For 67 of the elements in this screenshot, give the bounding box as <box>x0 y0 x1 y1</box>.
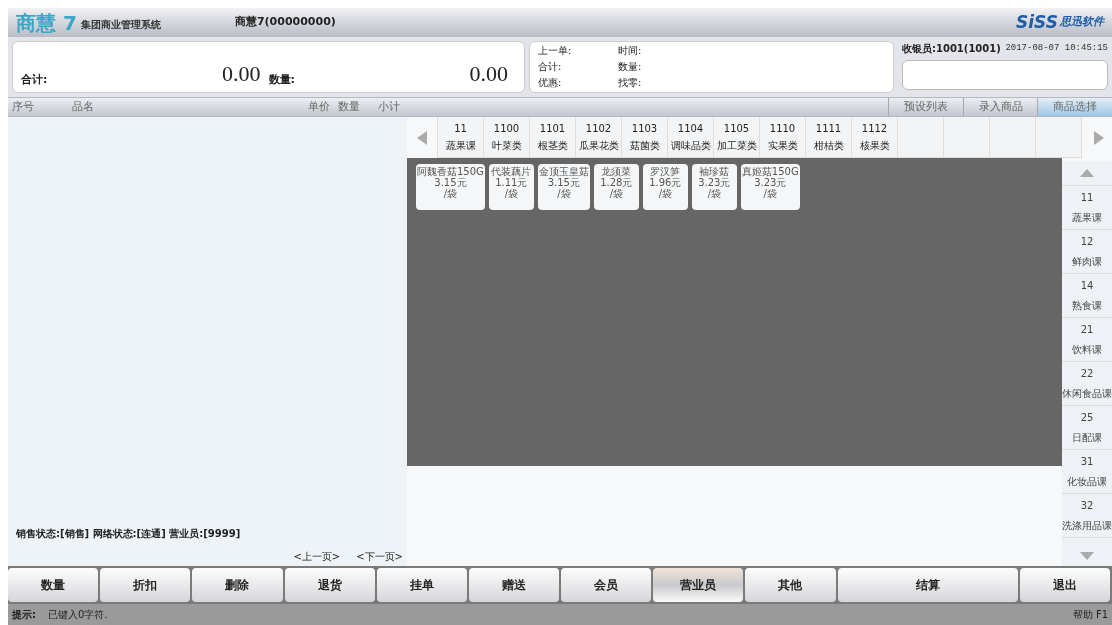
hint-label: 提示: <box>12 608 36 622</box>
product-tile[interactable]: 阿魏香菇150G 3.15元 /袋 <box>416 164 485 210</box>
category-tab[interactable]: 1101 根茎类 <box>529 117 575 158</box>
product-tile[interactable]: 罗汉笋 1.96元 /袋 <box>642 164 688 210</box>
last-order-label: 优惠: <box>538 76 563 90</box>
brand-name: 思迅软件 <box>1060 14 1104 31</box>
help-text: 帮助 F1 <box>1072 608 1108 622</box>
input-field[interactable] <box>902 60 1108 90</box>
category-tab[interactable]: 1105 加工菜类 <box>713 117 759 158</box>
category-tab[interactable]: 1103 菇菌类 <box>621 117 667 158</box>
view-tab[interactable]: 预设列表 <box>888 98 963 116</box>
category-tab[interactable]: 1104 调味品类 <box>667 117 713 158</box>
column-title: 小计 <box>378 98 401 115</box>
category-tab[interactable]: 1100 叶菜类 <box>483 117 529 158</box>
department-tab[interactable]: 14 熟食课 <box>1062 273 1112 317</box>
department-tab[interactable]: 21 饮料课 <box>1062 317 1112 361</box>
status-line: 销售状态:[销售] 网络状态:[连通] 营业员:[9999] <box>15 527 242 541</box>
logo-text: 商慧 7 <box>16 12 77 33</box>
action-button[interactable]: 折扣 <box>100 568 191 602</box>
last-order-label: 上一单: <box>538 44 573 58</box>
cashier-label: 收银员:1001(1001) <box>902 42 1001 56</box>
total-label: 合计: <box>21 71 48 88</box>
category-tab[interactable]: 1111 柑桔类 <box>805 117 851 158</box>
last-order-label: 合计: <box>538 60 563 74</box>
category-tab[interactable]: 1102 瓜果花类 <box>575 117 621 158</box>
store-name: 商慧7(00000000) <box>234 14 336 31</box>
product-tile[interactable]: 金顶玉皇菇 3.15元 /袋 <box>537 164 590 210</box>
column-title: 数量 <box>338 98 361 115</box>
product-tile[interactable]: 龙须菜 1.28元 /袋 <box>593 164 639 210</box>
action-button[interactable]: 赠送 <box>468 568 560 602</box>
action-button[interactable]: 营业员 <box>653 568 744 602</box>
action-button[interactable]: 删除 <box>192 568 283 602</box>
column-title: 品名 <box>71 98 95 115</box>
department-tab[interactable]: 11 蔬果课 <box>1062 185 1112 229</box>
action-button[interactable]: 会员 <box>561 568 652 602</box>
column-title: 单价 <box>307 98 331 115</box>
total-value: 0.00 <box>469 60 508 88</box>
last-order-label: 时间: <box>618 44 643 58</box>
product-tile[interactable]: 袖珍菇 3.23元 /袋 <box>691 164 737 210</box>
action-button[interactable]: 其他 <box>745 568 836 602</box>
brand-logo: SiSS <box>1016 10 1058 34</box>
category-tab[interactable]: 1112 核果类 <box>851 117 897 158</box>
pager-link[interactable]: <上一页> <box>293 549 341 564</box>
department-tab[interactable]: 31 化妆品课 <box>1062 449 1112 493</box>
total-label: 数量: <box>268 71 295 88</box>
system-name: 集团商业管理系统 <box>80 18 161 32</box>
pager-link[interactable]: <下一页> <box>356 549 403 564</box>
department-tab[interactable]: 22 休闲食品课 <box>1062 361 1112 405</box>
action-button[interactable]: 结算 <box>837 568 1018 602</box>
department-tab[interactable]: 32 洗涤用品课 <box>1062 493 1112 537</box>
datetime: 2017-08-07 10:45:15 <box>1005 41 1108 55</box>
product-tile[interactable]: 真姬菇150G 3.23元 /袋 <box>740 164 800 210</box>
action-button[interactable]: 退货 <box>284 568 375 602</box>
action-button[interactable]: 挂单 <box>376 568 467 602</box>
last-order-label: 数量: <box>618 60 643 74</box>
last-order-label: 找零: <box>618 76 643 90</box>
hint-text: 已键入0字符. <box>48 608 108 622</box>
product-tile[interactable]: 代装藕片 1.11元 /袋 <box>488 164 534 210</box>
total-value: 0.00 <box>222 60 261 88</box>
category-tab[interactable]: 11 蔬果课 <box>437 117 483 158</box>
action-button[interactable]: 数量 <box>8 568 99 602</box>
action-button[interactable]: 退出 <box>1019 568 1111 602</box>
column-title: 序号 <box>11 98 35 115</box>
category-tab[interactable]: 1110 实果类 <box>759 117 805 158</box>
department-tab[interactable]: 25 日配课 <box>1062 405 1112 449</box>
department-tab[interactable]: 12 鲜肉课 <box>1062 229 1112 273</box>
view-tab[interactable]: 商品选择 <box>1037 98 1112 116</box>
